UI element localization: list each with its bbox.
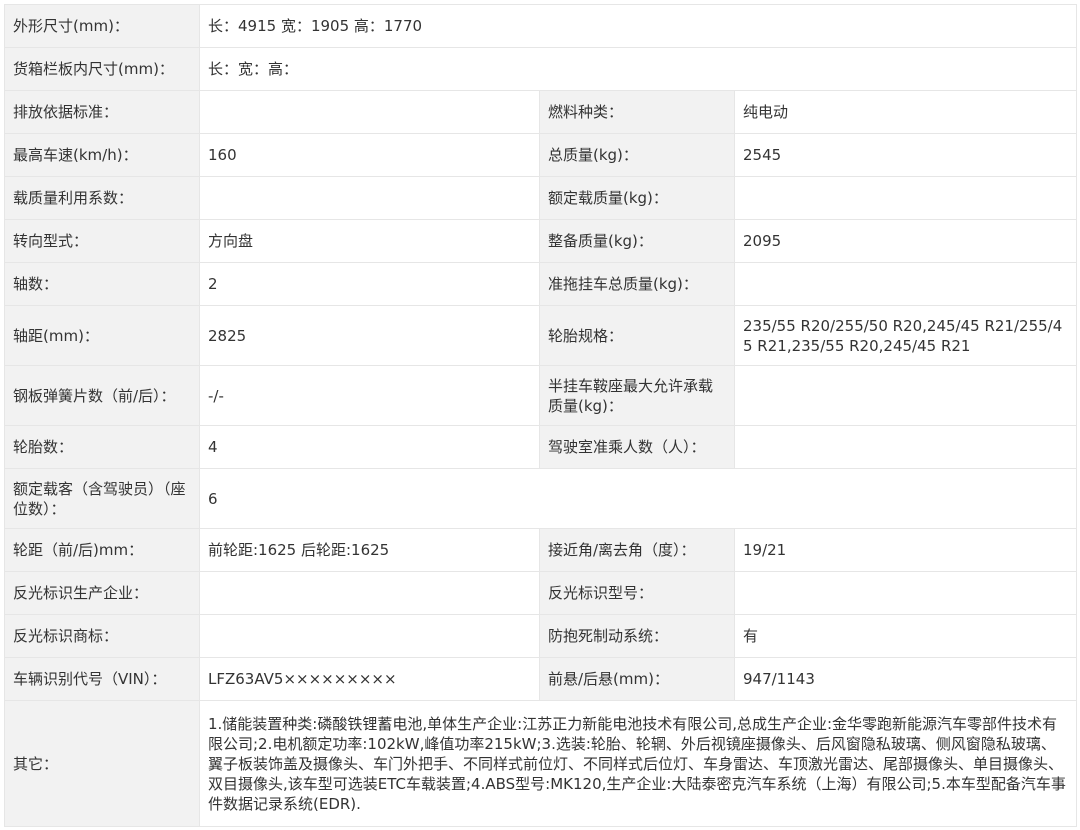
value-saddle-capacity	[733, 365, 1078, 426]
table-row: 轮距（前/后)mm： 前轮距:1625 后轮距:1625 接近角/离去角（度）：…	[4, 528, 1078, 572]
table-row: 额定载客（含驾驶员）（座位数）： 6	[4, 468, 1078, 529]
value-trailer-mass	[733, 262, 1078, 306]
label-load-utilization: 载质量利用系数：	[4, 176, 200, 220]
table-row: 转向型式： 方向盘 整备质量(kg)： 2095	[4, 219, 1078, 263]
label-wheelbase: 轴距(mm)：	[4, 305, 200, 366]
table-row: 钢板弹簧片数（前/后）： -/- 半挂车鞍座最大允许承载质量(kg)：	[4, 365, 1078, 426]
value-load-utilization	[199, 176, 540, 220]
value-approach-departure-angle: 19/21	[733, 528, 1078, 572]
value-overhang: 947/1143	[733, 657, 1078, 701]
table-row: 轴距(mm)： 2825 轮胎规格： 235/55 R20/255/50 R20…	[4, 305, 1078, 366]
label-other: 其它：	[4, 700, 200, 827]
label-reflector-manufacturer: 反光标识生产企业：	[4, 571, 200, 615]
table-row: 反光标识生产企业： 反光标识型号：	[4, 571, 1078, 615]
table-row: 载质量利用系数： 额定载质量(kg)：	[4, 176, 1078, 220]
label-fuel-type: 燃料种类：	[539, 90, 735, 134]
value-leaf-springs: -/-	[199, 365, 540, 426]
value-vin: LFZ63AV5×××××××××	[199, 657, 540, 701]
label-rated-passengers: 额定载客（含驾驶员）（座位数）：	[4, 468, 200, 529]
label-leaf-springs: 钢板弹簧片数（前/后）：	[4, 365, 200, 426]
label-approach-departure-angle: 接近角/离去角（度）：	[539, 528, 735, 572]
label-cargo-box-size: 货箱栏板内尺寸(mm)：	[4, 47, 200, 91]
table-row: 轴数： 2 准拖挂车总质量(kg)：	[4, 262, 1078, 306]
label-rated-load: 额定载质量(kg)：	[539, 176, 735, 220]
table-row: 其它： 1.储能装置种类:磷酸铁锂蓄电池,单体生产企业:江苏正力新能电池技术有限…	[4, 700, 1078, 827]
value-rated-passengers: 6	[198, 468, 1078, 529]
label-abs: 防抱死制动系统：	[539, 614, 735, 658]
value-track-width: 前轮距:1625 后轮距:1625	[199, 528, 540, 572]
value-tire-spec: 235/55 R20/255/50 R20,245/45 R21/255/45 …	[733, 305, 1078, 366]
table-row: 反光标识商标： 防抱死制动系统： 有	[4, 614, 1078, 658]
value-total-mass: 2545	[733, 133, 1078, 177]
value-cargo-box-size: 长：宽：高：	[198, 47, 1078, 91]
value-reflector-brand	[199, 614, 540, 658]
value-steering-type: 方向盘	[199, 219, 540, 263]
label-reflector-brand: 反光标识商标：	[4, 614, 200, 658]
table-row: 排放依据标准： 燃料种类： 纯电动	[4, 90, 1078, 134]
label-curb-mass: 整备质量(kg)：	[539, 219, 735, 263]
label-emission-standard: 排放依据标准：	[4, 90, 200, 134]
table-row: 货箱栏板内尺寸(mm)： 长：宽：高：	[4, 47, 1078, 91]
label-track-width: 轮距（前/后)mm：	[4, 528, 200, 572]
label-overhang: 前悬/后悬(mm)：	[539, 657, 735, 701]
value-tire-count: 4	[199, 425, 540, 469]
label-axle-count: 轴数：	[4, 262, 200, 306]
value-rated-load	[733, 176, 1078, 220]
value-dimensions: 长：4915 宽：1905 高：1770	[198, 4, 1078, 48]
value-fuel-type: 纯电动	[733, 90, 1078, 134]
label-vin: 车辆识别代号（VIN）：	[4, 657, 200, 701]
label-total-mass: 总质量(kg)：	[539, 133, 735, 177]
table-row: 外形尺寸(mm)： 长：4915 宽：1905 高：1770	[4, 4, 1078, 48]
label-reflector-model: 反光标识型号：	[539, 571, 735, 615]
vehicle-spec-table: 外形尺寸(mm)： 长：4915 宽：1905 高：1770 货箱栏板内尺寸(m…	[4, 4, 1078, 827]
value-reflector-manufacturer	[199, 571, 540, 615]
label-tire-spec: 轮胎规格：	[539, 305, 735, 366]
value-curb-mass: 2095	[733, 219, 1078, 263]
value-wheelbase: 2825	[199, 305, 540, 366]
value-abs: 有	[733, 614, 1078, 658]
table-row: 车辆识别代号（VIN）： LFZ63AV5××××××××× 前悬/后悬(mm)…	[4, 657, 1078, 701]
label-tire-count: 轮胎数：	[4, 425, 200, 469]
table-row: 最高车速(km/h)： 160 总质量(kg)： 2545	[4, 133, 1078, 177]
value-max-speed: 160	[199, 133, 540, 177]
label-steering-type: 转向型式：	[4, 219, 200, 263]
label-trailer-mass: 准拖挂车总质量(kg)：	[539, 262, 735, 306]
value-cab-capacity	[733, 425, 1078, 469]
value-reflector-model	[733, 571, 1078, 615]
value-emission-standard	[199, 90, 540, 134]
label-max-speed: 最高车速(km/h)：	[4, 133, 200, 177]
table-row: 轮胎数： 4 驾驶室准乘人数（人）：	[4, 425, 1078, 469]
label-dimensions: 外形尺寸(mm)：	[4, 4, 200, 48]
value-axle-count: 2	[199, 262, 540, 306]
label-cab-capacity: 驾驶室准乘人数（人）：	[539, 425, 735, 469]
value-other: 1.储能装置种类:磷酸铁锂蓄电池,单体生产企业:江苏正力新能电池技术有限公司,总…	[198, 700, 1078, 827]
label-saddle-capacity: 半挂车鞍座最大允许承载质量(kg)：	[539, 365, 735, 426]
